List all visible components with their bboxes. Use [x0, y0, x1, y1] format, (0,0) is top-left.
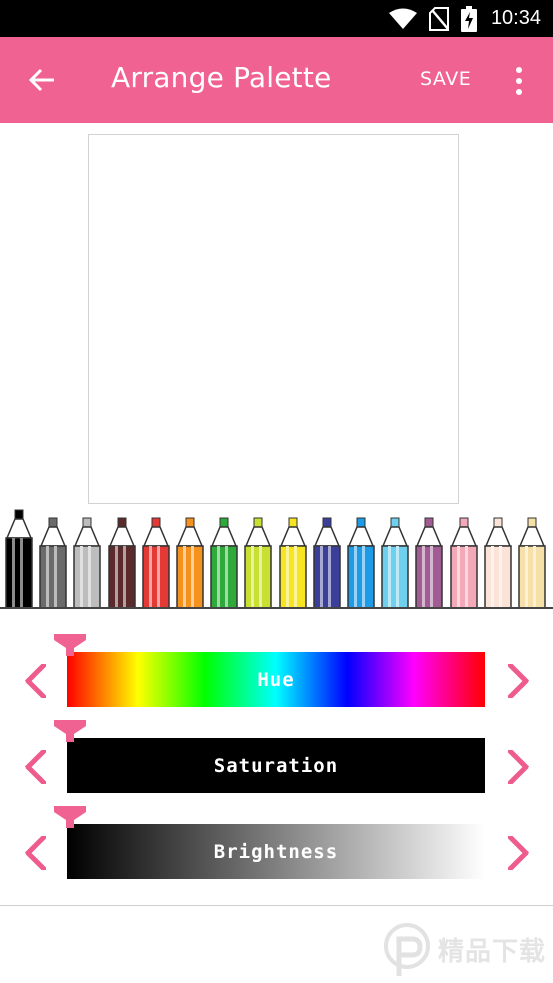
hue-decrease-arrow-icon[interactable] [24, 664, 46, 698]
hue-bar[interactable]: Hue [67, 652, 485, 707]
pencil-2[interactable] [38, 508, 68, 608]
saturation-slider-row: Saturation [0, 720, 553, 795]
pencil-7[interactable] [209, 508, 239, 608]
saturation-bar[interactable]: Saturation [67, 738, 485, 793]
saturation-decrease-arrow-icon[interactable] [24, 750, 46, 784]
pencil-16[interactable] [517, 508, 547, 608]
saturation-label: Saturation [213, 754, 339, 777]
status-time: 10:34 [490, 7, 541, 29]
hue-label: Hue [257, 668, 295, 691]
pencil-9[interactable] [278, 508, 308, 608]
brightness-bar[interactable]: Brightness [67, 824, 485, 879]
watermark: 精品下载 [382, 918, 552, 980]
pencil-6[interactable] [175, 508, 205, 608]
pencil-13[interactable] [414, 508, 444, 608]
brightness-slider-row: Brightness [0, 806, 553, 881]
pencil-baseline [0, 607, 553, 609]
saturation-increase-arrow-icon[interactable] [508, 750, 530, 784]
pencil-4[interactable] [107, 508, 137, 608]
more-dot [516, 67, 522, 73]
page-title: Arrange Palette [111, 61, 332, 94]
watermark-logo-icon [384, 923, 430, 976]
bottom-divider [0, 905, 553, 906]
drawing-canvas[interactable] [88, 134, 459, 504]
pencil-1[interactable] [4, 508, 34, 608]
battery-charging-icon [460, 5, 477, 32]
pencil-palette [0, 508, 553, 609]
pencil-8[interactable] [243, 508, 273, 608]
status-bar: 10:34 [0, 0, 553, 37]
more-dot [516, 89, 522, 95]
no-sim-icon [428, 6, 449, 31]
hue-slider-thumb[interactable] [54, 634, 86, 656]
saturation-slider-thumb[interactable] [54, 720, 86, 742]
watermark-text: 精品下载 [438, 936, 547, 967]
pencil-3[interactable] [72, 508, 102, 608]
hue-increase-arrow-icon[interactable] [508, 664, 530, 698]
brightness-decrease-arrow-icon[interactable] [24, 836, 46, 870]
more-dot [516, 78, 522, 84]
pencil-5[interactable] [141, 508, 171, 608]
back-button[interactable] [18, 58, 66, 102]
brightness-increase-arrow-icon[interactable] [508, 836, 530, 870]
pencil-10[interactable] [312, 508, 342, 608]
brightness-slider-thumb[interactable] [54, 806, 86, 828]
pencil-15[interactable] [483, 508, 513, 608]
app-bar: Arrange Palette SAVE [0, 37, 553, 123]
pencil-11[interactable] [346, 508, 376, 608]
arrow-back-icon [29, 68, 54, 92]
save-button[interactable]: SAVE [420, 68, 471, 90]
wifi-icon [388, 8, 417, 29]
more-options-button[interactable] [506, 61, 532, 101]
pencil-14[interactable] [449, 508, 479, 608]
brightness-label: Brightness [213, 840, 339, 863]
status-icons: 10:34 [388, 0, 541, 37]
hue-slider-row: Hue [0, 634, 553, 709]
pencil-12[interactable] [380, 508, 410, 608]
